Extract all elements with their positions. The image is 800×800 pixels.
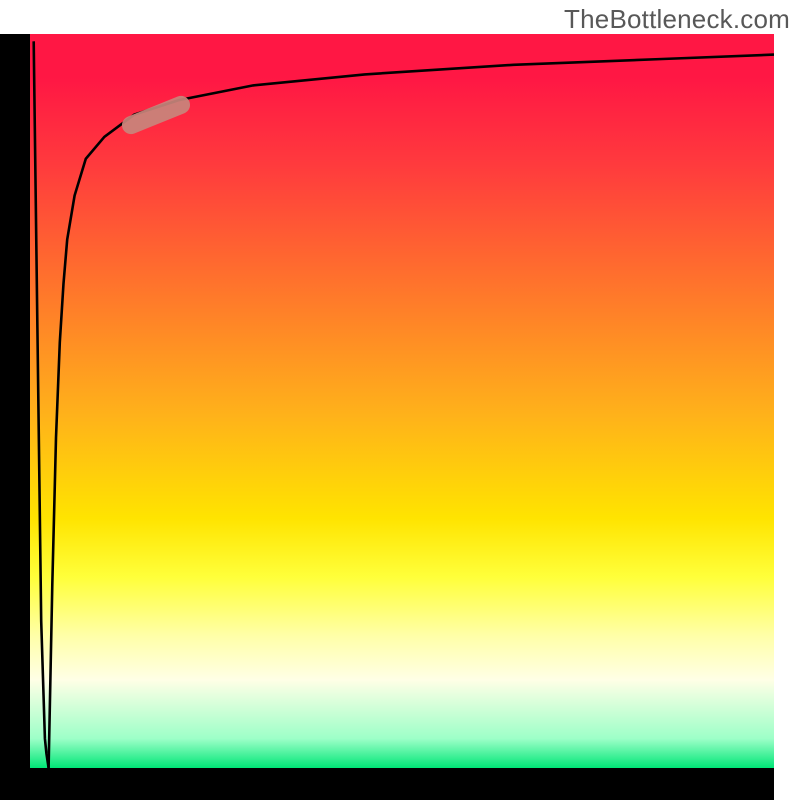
site-watermark: TheBottleneck.com bbox=[564, 4, 790, 35]
chart-frame: TheBottleneck.com bbox=[0, 0, 800, 800]
plot-background-gradient bbox=[30, 34, 774, 768]
x-axis bbox=[0, 768, 774, 800]
y-axis bbox=[0, 34, 30, 768]
